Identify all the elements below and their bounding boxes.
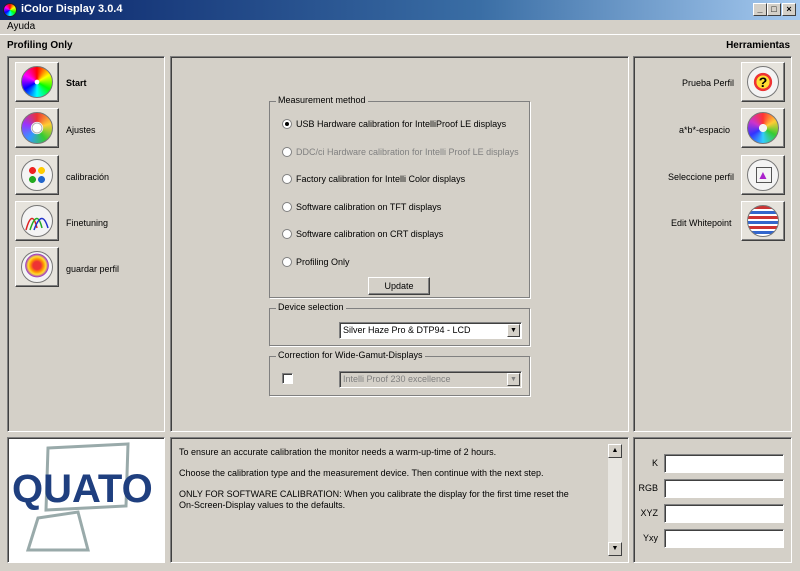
- radio-button[interactable]: [282, 118, 292, 129]
- seleccione-perfil-label: Seleccione perfil: [668, 172, 735, 182]
- rgb-field[interactable]: [664, 479, 784, 498]
- color-grid-icon: [21, 159, 53, 191]
- scroll-up-icon[interactable]: ▲: [608, 444, 622, 458]
- title-bar: iColor Display 3.0.4 _ □ ×: [0, 0, 800, 20]
- quato-logo-text: QUATO: [12, 467, 153, 511]
- select-profile-icon: ▲: [747, 159, 779, 191]
- edit-whitepoint-label: Edit Whitepoint: [671, 218, 732, 228]
- window-title: iColor Display 3.0.4: [21, 3, 123, 15]
- app-icon: [3, 3, 17, 17]
- update-button[interactable]: Update: [368, 277, 430, 295]
- ab-espacio-button[interactable]: [741, 108, 785, 148]
- radio-button[interactable]: [282, 256, 292, 267]
- yxy-label: Yxy: [642, 533, 658, 543]
- calibracion-button[interactable]: [15, 155, 59, 195]
- wide-gamut-select: Intelli Proof 230 excellence ▼: [339, 371, 522, 388]
- wide-gamut-group: Correction for Wide-Gamut-Displays Intel…: [269, 350, 530, 396]
- scroll-down-icon[interactable]: ▼: [608, 542, 622, 556]
- whitepoint-icon: [747, 205, 779, 237]
- dropdown-arrow-icon[interactable]: ▼: [507, 324, 520, 337]
- guardar-perfil-button[interactable]: [15, 247, 59, 287]
- finetuning-button[interactable]: [15, 201, 59, 241]
- radio-label: Profiling Only: [296, 257, 350, 267]
- info-scrollbar[interactable]: ▲ ▼: [608, 444, 622, 556]
- radio-factory-calibration[interactable]: Factory calibration for Intelli Color di…: [282, 173, 466, 185]
- wide-gamut-select-value: Intelli Proof 230 excellence: [343, 374, 451, 384]
- device-selection-group: Device selection Silver Haze Pro & DTP94…: [269, 302, 530, 346]
- maximize-button[interactable]: □: [767, 3, 781, 16]
- radio-label: DDC/ci Hardware calibration for Intelli …: [296, 147, 519, 157]
- wide-gamut-checkbox[interactable]: [282, 373, 293, 384]
- profile-test-icon: ?: [747, 66, 779, 98]
- readouts-panel: K RGB XYZ Yxy: [633, 437, 792, 563]
- curves-icon: [21, 205, 53, 237]
- radio-label: Factory calibration for Intelli Color di…: [296, 174, 466, 184]
- info-line-3: ONLY FOR SOFTWARE CALIBRATION: When you …: [179, 489, 569, 510]
- rgb-label: RGB: [638, 483, 658, 493]
- xyz-label: XYZ: [640, 508, 658, 518]
- radio-software-crt[interactable]: Software calibration on CRT displays: [282, 228, 444, 240]
- radio-button[interactable]: [282, 173, 292, 184]
- info-line-2: Choose the calibration type and the meas…: [179, 468, 544, 478]
- save-profile-icon: [21, 251, 53, 283]
- radio-profiling-only[interactable]: Profiling Only: [282, 256, 350, 268]
- menu-ayuda[interactable]: Ayuda: [7, 21, 35, 32]
- radio-label: Software calibration on CRT displays: [296, 229, 444, 239]
- device-select-value: Silver Haze Pro & DTP94 - LCD: [343, 325, 471, 335]
- radio-label: Software calibration on TFT displays: [296, 202, 442, 212]
- device-selection-legend: Device selection: [276, 302, 346, 312]
- ajustes-label: Ajustes: [66, 125, 96, 135]
- radio-software-tft[interactable]: Software calibration on TFT displays: [282, 201, 442, 213]
- tools-panel: Prueba Perfil ? a*b*-espacio Seleccione …: [633, 56, 792, 432]
- k-field[interactable]: [664, 454, 784, 473]
- radio-label: USB Hardware calibration for IntelliProo…: [296, 119, 507, 129]
- device-select[interactable]: Silver Haze Pro & DTP94 - LCD ▼: [339, 322, 522, 339]
- color-wheel-icon: [21, 66, 53, 98]
- calibracion-label: calibración: [66, 172, 110, 182]
- wide-gamut-legend: Correction for Wide-Gamut-Displays: [276, 350, 425, 360]
- right-section-title: Herramientas: [726, 40, 790, 51]
- guardar-perfil-label: guardar perfil: [66, 264, 120, 274]
- radio-button[interactable]: [282, 228, 292, 239]
- edit-whitepoint-button[interactable]: [741, 201, 785, 241]
- seleccione-perfil-button[interactable]: ▲: [741, 155, 785, 195]
- xyz-field[interactable]: [664, 504, 784, 523]
- radio-button[interactable]: [282, 201, 292, 212]
- k-label: K: [651, 458, 658, 468]
- radio-ddc-hardware: DDC/ci Hardware calibration for Intelli …: [282, 146, 519, 158]
- lab-space-icon: [747, 112, 779, 144]
- quato-logo: QUATO: [12, 442, 153, 552]
- start-button[interactable]: [15, 62, 59, 102]
- left-nav-panel: Start Ajustes calibración Finetuning gua…: [7, 56, 165, 432]
- menu-bar: Ayuda: [0, 20, 800, 35]
- measurement-method-group: Measurement method USB Hardware calibrat…: [269, 95, 530, 298]
- info-panel: To ensure an accurate calibration the mo…: [170, 437, 629, 563]
- start-label: Start: [66, 78, 87, 88]
- minimize-button[interactable]: _: [753, 3, 767, 16]
- info-line-1: To ensure an accurate calibration the mo…: [179, 447, 497, 457]
- radio-usb-hardware[interactable]: USB Hardware calibration for IntelliProo…: [282, 118, 507, 130]
- ajustes-button[interactable]: [15, 108, 59, 148]
- dropdown-arrow-icon: ▼: [507, 373, 520, 386]
- center-panel: Measurement method USB Hardware calibrat…: [170, 56, 629, 432]
- finetuning-label: Finetuning: [66, 218, 109, 228]
- settings-icon: [21, 112, 53, 144]
- prueba-perfil-button[interactable]: ?: [741, 62, 785, 102]
- logo-panel: QUATO: [7, 437, 165, 563]
- left-section-title: Profiling Only: [7, 40, 73, 51]
- close-button[interactable]: ×: [782, 3, 796, 16]
- prueba-perfil-label: Prueba Perfil: [682, 78, 735, 88]
- yxy-field[interactable]: [664, 529, 784, 548]
- measurement-method-legend: Measurement method: [276, 95, 368, 105]
- ab-espacio-label: a*b*-espacio: [679, 125, 731, 135]
- radio-button: [282, 146, 292, 157]
